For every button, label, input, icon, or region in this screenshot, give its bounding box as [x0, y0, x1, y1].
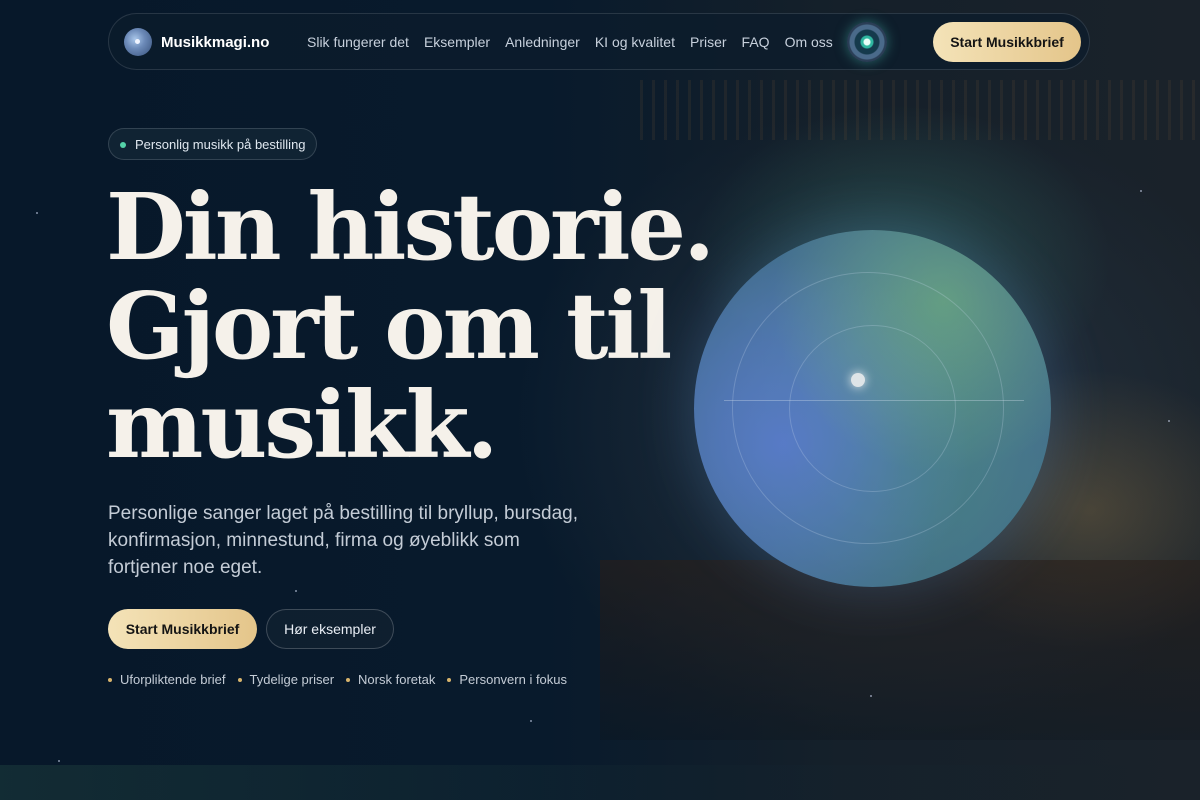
trust-item-label: Tydelige priser [249, 672, 335, 687]
headline-line: musikk. [106, 371, 499, 479]
top-navigation: Musikkmagi.no Slik fungerer det Eksemple… [108, 13, 1090, 70]
nav-link-priser[interactable]: Priser [690, 34, 727, 50]
audio-orb-toggle-icon[interactable] [847, 22, 887, 62]
nav-link-om-oss[interactable]: Om oss [785, 34, 833, 50]
trust-list: Uforpliktende brief Tydelige priser Nors… [108, 672, 567, 687]
trust-item: Personvern i fokus [447, 672, 567, 687]
nav-link-ki-og-kvalitet[interactable]: KI og kvalitet [595, 34, 675, 50]
nav-link-anledninger[interactable]: Anledninger [505, 34, 580, 50]
hero-music-orb [694, 230, 1051, 587]
orb-ring [789, 325, 956, 492]
listen-examples-button[interactable]: Hør eksempler [266, 609, 394, 649]
next-section-edge [0, 765, 1200, 800]
logo-orb-icon [124, 28, 152, 56]
nav-link-slik-fungerer-det[interactable]: Slik fungerer det [307, 34, 409, 50]
bullet-icon [346, 677, 351, 682]
star-decoration [1140, 190, 1142, 192]
star-decoration [295, 590, 297, 592]
hero-headline: Din historie. Gjort om til musikk. [106, 173, 715, 479]
trust-item-label: Norsk foretak [358, 672, 436, 687]
nav-link-faq[interactable]: FAQ [742, 34, 770, 50]
trust-item: Tydelige priser [237, 672, 335, 687]
brand[interactable]: Musikkmagi.no [124, 28, 269, 56]
headline-line: Din historie. [106, 173, 715, 281]
trust-item-label: Personvern i fokus [459, 672, 568, 687]
star-decoration [870, 695, 872, 697]
nav-start-musikkbrief-button[interactable]: Start Musikkbrief [933, 22, 1081, 62]
bullet-icon [108, 677, 112, 682]
hero-description: Personlige sanger laget på bestilling ti… [108, 503, 578, 578]
orb-waveform-line [724, 400, 1024, 401]
trust-item-label: Uforpliktende brief [120, 672, 226, 687]
hero-badge-label: Personlig musikk på bestilling [135, 136, 306, 152]
star-decoration [58, 760, 60, 762]
bullet-icon [447, 677, 452, 682]
status-dot-icon [120, 142, 126, 148]
star-decoration [36, 212, 38, 214]
studio-ceiling-decoration [640, 80, 1200, 140]
trust-item: Uforpliktende brief [108, 672, 226, 687]
orb-center-dot [851, 373, 865, 387]
start-musikkbrief-button[interactable]: Start Musikkbrief [108, 609, 257, 649]
star-decoration [530, 720, 532, 722]
nav-links: Slik fungerer det Eksempler Anledninger … [307, 34, 833, 50]
star-decoration [1168, 420, 1170, 422]
trust-item: Norsk foretak [346, 672, 435, 687]
headline-line: Gjort om til [106, 272, 672, 380]
brand-name: Musikkmagi.no [161, 33, 270, 51]
studio-floor-decoration [600, 560, 1200, 740]
nav-link-eksempler[interactable]: Eksempler [424, 34, 490, 50]
hero-badge: Personlig musikk på bestilling [108, 128, 317, 160]
bullet-icon [237, 677, 242, 682]
